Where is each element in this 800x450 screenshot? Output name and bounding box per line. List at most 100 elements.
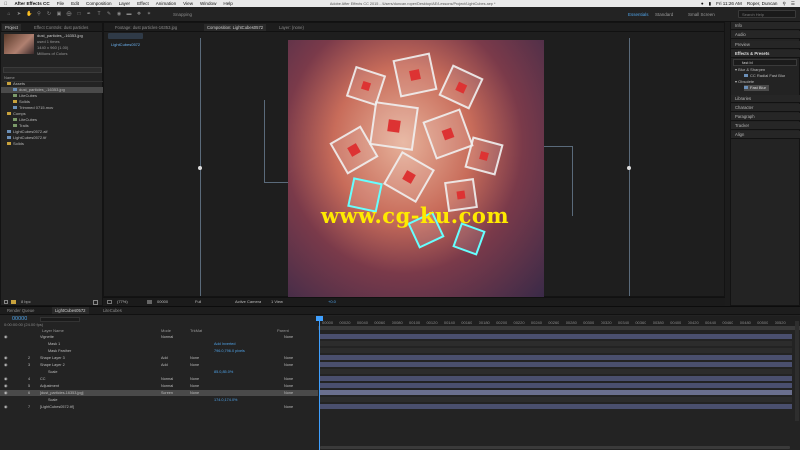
zoom-tool-icon[interactable]: ⚲ [36,11,42,17]
interpret-footage-icon[interactable] [4,300,8,304]
tab-timeline-lightcubes[interactable]: LightCubes0572 [52,307,89,314]
layer-duration-bar[interactable] [320,383,792,388]
visibility-eye-icon[interactable]: ◉ [4,334,7,340]
clock[interactable]: Fri 11:26 AM [716,1,742,6]
timeline-scrollbar[interactable] [795,321,799,421]
property-track[interactable] [320,369,792,374]
wifi-icon[interactable]: ● [701,1,704,6]
guide-bracket-right[interactable] [544,146,572,147]
views-dropdown[interactable]: 1 View [271,299,283,305]
preview-panel-header[interactable]: Preview [731,41,800,49]
audio-panel-header[interactable]: Audio [731,31,800,39]
paragraph-panel-header[interactable]: Paragraph [731,113,800,121]
property-track[interactable] [320,397,792,402]
timeline-property-row[interactable]: Scale 85.0,85.0% [0,369,318,375]
pan-behind-tool-icon[interactable]: ⨁ [66,11,72,17]
resolution-dropdown[interactable]: Full [195,299,201,305]
menu-composition[interactable]: Composition [86,1,112,6]
info-panel-header[interactable]: Info [731,22,800,30]
workspace-standard[interactable]: Standard [655,12,673,17]
property-track[interactable] [320,341,792,346]
libraries-panel-header[interactable]: Libraries [731,95,800,103]
menu-animation[interactable]: Animation [156,1,176,6]
menu-file[interactable]: File [57,1,64,6]
guide-handle-right[interactable] [627,166,631,170]
new-folder-icon[interactable] [11,300,16,304]
menu-app-name[interactable]: After Effects CC [14,1,49,6]
search-help-input[interactable]: Search Help [738,10,796,18]
visibility-eye-icon[interactable]: ◉ [4,376,7,382]
type-tool-icon[interactable]: T [96,11,102,17]
effect-fast-blur[interactable]: Fast Blur [744,85,770,91]
visibility-eye-icon[interactable]: ◉ [4,362,7,368]
tab-render-queue[interactable]: Render Queue [4,307,37,314]
tab-layer[interactable]: Layer: (none) [276,24,307,31]
project-search-input[interactable] [3,67,102,73]
menu-view[interactable]: View [183,1,193,6]
layer-duration-bar[interactable] [320,334,792,339]
layer-duration-bar[interactable] [320,355,792,360]
snapshot-icon[interactable] [147,300,152,304]
timeline-zoom-slider[interactable] [320,446,790,449]
layer-duration-bar[interactable] [320,390,792,395]
timeline-property-row[interactable]: Mask 1 Add Inverted [0,341,318,347]
property-track[interactable] [320,348,792,353]
viewer-timecode[interactable]: 00000 [157,299,168,305]
visibility-eye-icon[interactable]: ◉ [4,390,7,396]
menu-effect[interactable]: Effect [137,1,149,6]
timeline-property-row[interactable]: Mask Feather 796.0,796.0 pixels [0,348,318,354]
layer-duration-bar[interactable] [320,376,792,381]
layer-duration-bar[interactable] [320,362,792,367]
layer-duration-bar[interactable] [320,404,792,409]
menu-list-icon[interactable]: ☰ [791,1,795,7]
timeline-layer-row[interactable]: ◉ 2 Shape Layer 3 Add None None [0,355,318,361]
timeline-layer-row[interactable]: ◉ 4 CC Normal None None [0,376,318,382]
battery-icon[interactable]: ▮ [709,1,712,7]
tab-timeline-litecubes[interactable]: LiteCubes [100,307,125,314]
timeline-layer-row[interactable]: ◉ Vignette Normal None [0,334,318,340]
visibility-eye-icon[interactable]: ◉ [4,383,7,389]
timeline-layer-row[interactable]: ◉ 5 Adjustment Normal None None [0,383,318,389]
apple-icon[interactable]:  [4,1,7,6]
timeline-layer-row[interactable]: ◉ 7 [LightCubes0572.tif] None [0,404,318,410]
hand-tool-icon[interactable]: ✋ [26,11,32,17]
guide-bracket-left-v[interactable] [264,100,265,182]
menu-window[interactable]: Window [200,1,216,6]
rotate-tool-icon[interactable]: ↻ [46,11,52,17]
visibility-eye-icon[interactable]: ◉ [4,355,7,361]
user-name[interactable]: Roper, Duncan [747,1,778,6]
brush-tool-icon[interactable]: ✎ [106,11,112,17]
trash-icon[interactable] [93,300,98,305]
guide-handle-left[interactable] [198,166,202,170]
project-item[interactable]: Solids [1,141,104,147]
guide-bracket-right-v[interactable] [572,146,573,216]
tab-footage[interactable]: Footage: dust particles-16353.jpg [112,24,180,31]
comp-breadcrumb[interactable]: LightCubes0572 [108,33,144,47]
rectangle-tool-icon[interactable]: □ [76,11,82,17]
snapping-label[interactable]: Snapping [173,12,192,17]
composition-canvas[interactable] [288,40,544,297]
selection-tool-icon[interactable]: ➤ [16,11,22,17]
preview-always-icon[interactable] [107,300,112,304]
zoom-dropdown[interactable]: (77%) [117,299,128,305]
menu-layer[interactable]: Layer [119,1,131,6]
clone-tool-icon[interactable]: ◉ [116,11,122,17]
tracker-panel-header[interactable]: Tracker [731,122,800,130]
workspace-small-screen[interactable]: Small Screen [688,12,715,17]
camera-dropdown[interactable]: Active Camera [235,299,261,305]
menu-edit[interactable]: Edit [71,1,79,6]
guide-bracket-left[interactable] [264,182,288,183]
pen-tool-icon[interactable]: ✒ [86,11,92,17]
home-icon[interactable]: ⌂ [6,11,12,17]
tab-effect-controls[interactable]: Effect Controls: dust particles [31,24,91,31]
work-area-bar[interactable] [318,326,800,330]
timeline-property-row[interactable]: Scale 174.0,174.0% [0,397,318,403]
bpc-label[interactable]: 8 bpc [21,299,31,305]
align-panel-header[interactable]: Align [731,131,800,139]
eraser-tool-icon[interactable]: ▬ [126,11,132,17]
character-panel-header[interactable]: Character [731,104,800,112]
roto-brush-icon[interactable]: ❖ [136,11,142,17]
timeline-layer-row[interactable]: ◉ 6 [dust_particles-16353.jpg] Screen None No… [0,390,318,396]
camera-tool-icon[interactable]: ▣ [56,11,62,17]
effects-presets-header[interactable]: Effects & Presets [731,50,800,58]
